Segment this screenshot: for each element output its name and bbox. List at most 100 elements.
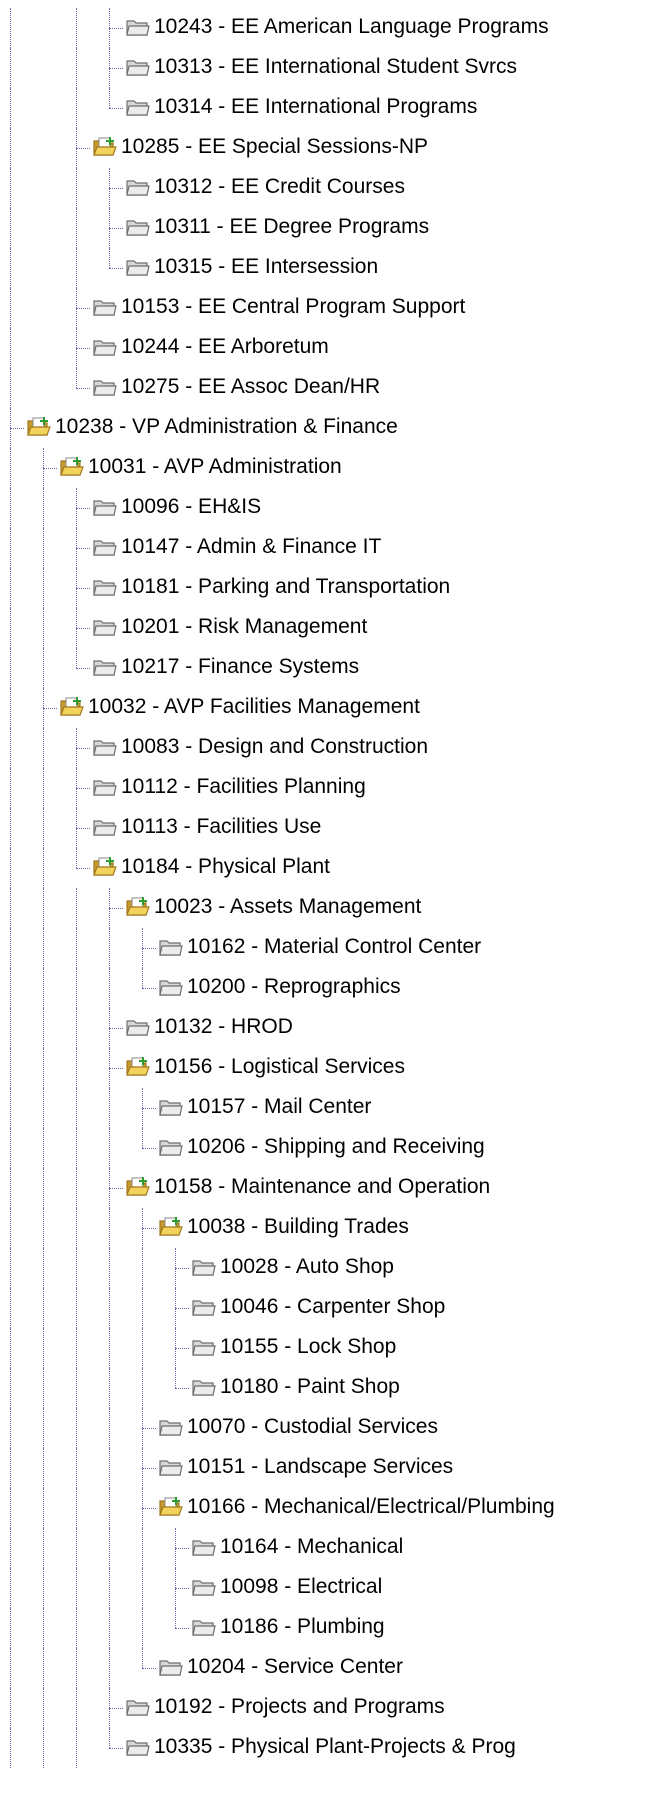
tree-node-label[interactable]: 10158 - Maintenance and Operation bbox=[154, 1175, 490, 1199]
tree-node[interactable]: 10112 - Facilities Planning bbox=[0, 768, 655, 808]
folder-closed-icon[interactable] bbox=[126, 57, 150, 77]
tree-node-label[interactable]: 10180 - Paint Shop bbox=[220, 1375, 400, 1399]
folder-open-icon[interactable] bbox=[60, 697, 84, 717]
tree-node[interactable]: 10164 - Mechanical bbox=[0, 1528, 655, 1568]
tree-node[interactable]: 10098 - Electrical bbox=[0, 1568, 655, 1608]
tree-node-label[interactable]: 10204 - Service Center bbox=[187, 1655, 403, 1679]
tree-node[interactable]: 10315 - EE Intersession bbox=[0, 248, 655, 288]
tree-node[interactable]: 10162 - Material Control Center bbox=[0, 928, 655, 968]
tree-node[interactable]: 10180 - Paint Shop bbox=[0, 1368, 655, 1408]
tree-node-label[interactable]: 10098 - Electrical bbox=[220, 1575, 382, 1599]
tree-node[interactable]: 10113 - Facilities Use bbox=[0, 808, 655, 848]
tree-node[interactable]: 10156 - Logistical Services bbox=[0, 1048, 655, 1088]
tree-node[interactable]: 10243 - EE American Language Programs bbox=[0, 8, 655, 48]
tree-node[interactable]: 10155 - Lock Shop bbox=[0, 1328, 655, 1368]
folder-closed-icon[interactable] bbox=[93, 617, 117, 637]
tree-node-label[interactable]: 10186 - Plumbing bbox=[220, 1615, 385, 1639]
tree-node[interactable]: 10157 - Mail Center bbox=[0, 1088, 655, 1128]
tree-node-label[interactable]: 10312 - EE Credit Courses bbox=[154, 175, 405, 199]
folder-open-icon[interactable] bbox=[126, 1177, 150, 1197]
folder-closed-icon[interactable] bbox=[93, 657, 117, 677]
folder-closed-icon[interactable] bbox=[93, 377, 117, 397]
tree-node-label[interactable]: 10184 - Physical Plant bbox=[121, 855, 330, 879]
tree-node[interactable]: 10132 - HROD bbox=[0, 1008, 655, 1048]
tree-node[interactable]: 10200 - Reprographics bbox=[0, 968, 655, 1008]
folder-closed-icon[interactable] bbox=[192, 1537, 216, 1557]
tree-node-label[interactable]: 10028 - Auto Shop bbox=[220, 1255, 394, 1279]
tree-node-label[interactable]: 10217 - Finance Systems bbox=[121, 655, 359, 679]
folder-closed-icon[interactable] bbox=[93, 777, 117, 797]
tree-node[interactable]: 10038 - Building Trades bbox=[0, 1208, 655, 1248]
folder-closed-icon[interactable] bbox=[126, 1697, 150, 1717]
tree-node-label[interactable]: 10155 - Lock Shop bbox=[220, 1335, 396, 1359]
folder-closed-icon[interactable] bbox=[126, 1737, 150, 1757]
folder-closed-icon[interactable] bbox=[159, 1137, 183, 1157]
folder-closed-icon[interactable] bbox=[159, 937, 183, 957]
tree-node-label[interactable]: 10031 - AVP Administration bbox=[88, 455, 342, 479]
folder-closed-icon[interactable] bbox=[159, 1457, 183, 1477]
folder-closed-icon[interactable] bbox=[192, 1577, 216, 1597]
tree-node[interactable]: 10070 - Custodial Services bbox=[0, 1408, 655, 1448]
tree-node-label[interactable]: 10156 - Logistical Services bbox=[154, 1055, 405, 1079]
tree-node[interactable]: 10153 - EE Central Program Support bbox=[0, 288, 655, 328]
folder-closed-icon[interactable] bbox=[159, 1657, 183, 1677]
folder-closed-icon[interactable] bbox=[93, 497, 117, 517]
tree-node-label[interactable]: 10023 - Assets Management bbox=[154, 895, 421, 919]
folder-closed-icon[interactable] bbox=[93, 297, 117, 317]
tree-node-label[interactable]: 10313 - EE International Student Svrcs bbox=[154, 55, 517, 79]
tree-node-label[interactable]: 10192 - Projects and Programs bbox=[154, 1695, 445, 1719]
tree-node-label[interactable]: 10201 - Risk Management bbox=[121, 615, 367, 639]
tree-node-label[interactable]: 10038 - Building Trades bbox=[187, 1215, 409, 1239]
tree-node[interactable]: 10201 - Risk Management bbox=[0, 608, 655, 648]
folder-closed-icon[interactable] bbox=[192, 1377, 216, 1397]
tree-node[interactable]: 10032 - AVP Facilities Management bbox=[0, 688, 655, 728]
folder-closed-icon[interactable] bbox=[126, 217, 150, 237]
tree-node[interactable]: 10186 - Plumbing bbox=[0, 1608, 655, 1648]
folder-open-icon[interactable] bbox=[159, 1217, 183, 1237]
tree-node[interactable]: 10166 - Mechanical/Electrical/Plumbing bbox=[0, 1488, 655, 1528]
folder-closed-icon[interactable] bbox=[159, 1097, 183, 1117]
tree-node[interactable]: 10312 - EE Credit Courses bbox=[0, 168, 655, 208]
folder-closed-icon[interactable] bbox=[126, 97, 150, 117]
tree-node-label[interactable]: 10181 - Parking and Transportation bbox=[121, 575, 450, 599]
tree-node[interactable]: 10192 - Projects and Programs bbox=[0, 1688, 655, 1728]
tree-node-label[interactable]: 10238 - VP Administration & Finance bbox=[55, 415, 398, 439]
tree-node[interactable]: 10096 - EH&IS bbox=[0, 488, 655, 528]
tree-node[interactable]: 10151 - Landscape Services bbox=[0, 1448, 655, 1488]
tree-node-label[interactable]: 10314 - EE International Programs bbox=[154, 95, 477, 119]
tree-node[interactable]: 10184 - Physical Plant bbox=[0, 848, 655, 888]
tree-node[interactable]: 10028 - Auto Shop bbox=[0, 1248, 655, 1288]
tree-node-label[interactable]: 10153 - EE Central Program Support bbox=[121, 295, 465, 319]
tree-node-label[interactable]: 10151 - Landscape Services bbox=[187, 1455, 453, 1479]
tree-node-label[interactable]: 10147 - Admin & Finance IT bbox=[121, 535, 381, 559]
tree-node-label[interactable]: 10243 - EE American Language Programs bbox=[154, 15, 549, 39]
folder-closed-icon[interactable] bbox=[126, 17, 150, 37]
tree-node[interactable]: 10217 - Finance Systems bbox=[0, 648, 655, 688]
tree-node[interactable]: 10181 - Parking and Transportation bbox=[0, 568, 655, 608]
tree-node[interactable]: 10023 - Assets Management bbox=[0, 888, 655, 928]
tree-node-label[interactable]: 10096 - EH&IS bbox=[121, 495, 261, 519]
tree-node-label[interactable]: 10200 - Reprographics bbox=[187, 975, 401, 999]
folder-closed-icon[interactable] bbox=[159, 1417, 183, 1437]
tree-node-label[interactable]: 10112 - Facilities Planning bbox=[121, 775, 366, 799]
folder-closed-icon[interactable] bbox=[126, 257, 150, 277]
tree-node-label[interactable]: 10275 - EE Assoc Dean/HR bbox=[121, 375, 380, 399]
tree-node[interactable]: 10206 - Shipping and Receiving bbox=[0, 1128, 655, 1168]
folder-closed-icon[interactable] bbox=[192, 1257, 216, 1277]
tree-node-label[interactable]: 10166 - Mechanical/Electrical/Plumbing bbox=[187, 1495, 555, 1519]
folder-closed-icon[interactable] bbox=[93, 577, 117, 597]
tree-node[interactable]: 10046 - Carpenter Shop bbox=[0, 1288, 655, 1328]
tree-node[interactable]: 10335 - Physical Plant-Projects & Prog bbox=[0, 1728, 655, 1768]
tree-node[interactable]: 10313 - EE International Student Svrcs bbox=[0, 48, 655, 88]
folder-closed-icon[interactable] bbox=[192, 1617, 216, 1637]
tree-node-label[interactable]: 10164 - Mechanical bbox=[220, 1535, 403, 1559]
folder-open-icon[interactable] bbox=[27, 417, 51, 437]
tree-node-label[interactable]: 10244 - EE Arboretum bbox=[121, 335, 329, 359]
folder-closed-icon[interactable] bbox=[192, 1337, 216, 1357]
folder-open-icon[interactable] bbox=[126, 897, 150, 917]
tree-node-label[interactable]: 10046 - Carpenter Shop bbox=[220, 1295, 445, 1319]
tree-node[interactable]: 10083 - Design and Construction bbox=[0, 728, 655, 768]
tree-node-label[interactable]: 10113 - Facilities Use bbox=[121, 815, 321, 839]
tree-node[interactable]: 10314 - EE International Programs bbox=[0, 88, 655, 128]
tree-node[interactable]: 10031 - AVP Administration bbox=[0, 448, 655, 488]
